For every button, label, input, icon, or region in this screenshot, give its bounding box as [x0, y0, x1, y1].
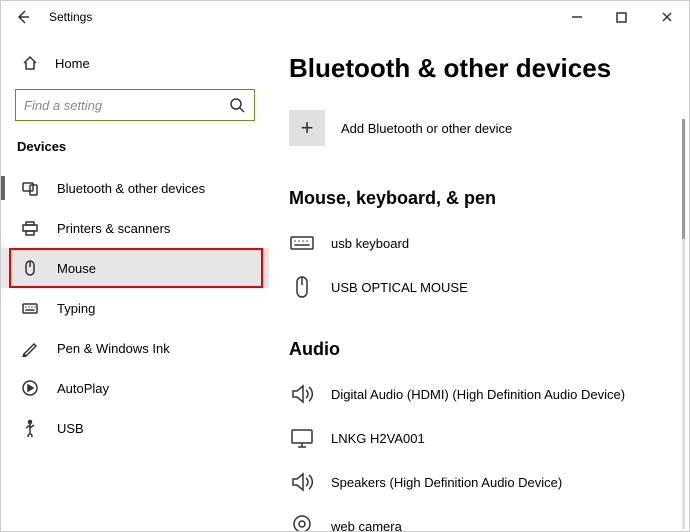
sidebar-item-bluetooth[interactable]: Bluetooth & other devices — [1, 168, 269, 208]
sidebar-item-label: Bluetooth & other devices — [57, 181, 205, 196]
device-item-webcam[interactable]: web camera — [289, 506, 675, 531]
printer-icon — [21, 219, 39, 237]
device-item-speakers[interactable]: Speakers (High Definition Audio Device) — [289, 462, 675, 502]
sidebar-item-pen[interactable]: Pen & Windows Ink — [1, 328, 269, 368]
speaker-icon — [289, 469, 315, 495]
sidebar-item-label: Pen & Windows Ink — [57, 341, 170, 356]
device-label: USB OPTICAL MOUSE — [331, 280, 468, 295]
search-icon — [228, 96, 246, 114]
device-label: Digital Audio (HDMI) (High Definition Au… — [331, 387, 625, 402]
titlebar: Settings — [1, 1, 689, 33]
sidebar: Home Devices Bluetooth & other devices P… — [1, 33, 269, 531]
usb-icon — [21, 419, 39, 437]
page-title: Bluetooth & other devices — [289, 53, 675, 84]
monitor-icon — [289, 425, 315, 451]
sidebar-group-header: Devices — [1, 139, 269, 154]
sidebar-item-label: Typing — [57, 301, 95, 316]
keyboard-icon — [21, 299, 39, 317]
autoplay-icon — [21, 379, 39, 397]
camera-icon — [289, 513, 315, 531]
device-label: Speakers (High Definition Audio Device) — [331, 475, 562, 490]
highlight-box — [9, 248, 263, 288]
maximize-icon — [616, 12, 627, 23]
devices-icon — [21, 179, 39, 197]
minimize-icon — [571, 11, 583, 23]
sidebar-item-printers[interactable]: Printers & scanners — [1, 208, 269, 248]
scrollbar[interactable] — [682, 119, 685, 529]
keyboard-icon — [289, 230, 315, 256]
home-icon — [21, 54, 39, 72]
sidebar-home[interactable]: Home — [1, 45, 269, 81]
pen-icon — [21, 339, 39, 357]
sidebar-home-label: Home — [55, 56, 90, 71]
add-device-button[interactable]: + Add Bluetooth or other device — [289, 110, 675, 146]
back-button[interactable] — [1, 1, 45, 33]
sidebar-item-label: USB — [57, 421, 84, 436]
device-item-hdmi-audio[interactable]: Digital Audio (HDMI) (High Definition Au… — [289, 374, 675, 414]
speaker-icon — [289, 381, 315, 407]
add-device-label: Add Bluetooth or other device — [341, 121, 512, 136]
device-item-mouse[interactable]: USB OPTICAL MOUSE — [289, 267, 675, 307]
sidebar-item-label: Printers & scanners — [57, 221, 170, 236]
close-button[interactable] — [644, 1, 689, 33]
device-label: usb keyboard — [331, 236, 409, 251]
device-item-monitor[interactable]: LNKG H2VA001 — [289, 418, 675, 458]
mouse-icon — [21, 259, 39, 277]
mouse-icon — [289, 274, 315, 300]
search-field[interactable] — [24, 98, 224, 113]
sidebar-item-typing[interactable]: Typing — [1, 288, 269, 328]
arrow-left-icon — [14, 8, 32, 26]
sidebar-item-label: Mouse — [57, 261, 96, 276]
search-input[interactable] — [15, 89, 255, 121]
close-icon — [661, 11, 673, 23]
section-heading: Mouse, keyboard, & pen — [289, 188, 675, 209]
plus-icon: + — [289, 110, 325, 146]
sidebar-item-autoplay[interactable]: AutoPlay — [1, 368, 269, 408]
sidebar-item-usb[interactable]: USB — [1, 408, 269, 448]
window-title: Settings — [49, 10, 92, 24]
sidebar-item-label: AutoPlay — [57, 381, 109, 396]
device-label: LNKG H2VA001 — [331, 431, 425, 446]
device-label: web camera — [331, 519, 402, 532]
section-heading: Audio — [289, 339, 675, 360]
maximize-button[interactable] — [599, 1, 644, 33]
device-item-keyboard[interactable]: usb keyboard — [289, 223, 675, 263]
minimize-button[interactable] — [554, 1, 599, 33]
main-content: Bluetooth & other devices + Add Bluetoot… — [269, 33, 689, 531]
sidebar-item-mouse[interactable]: Mouse — [1, 248, 269, 288]
